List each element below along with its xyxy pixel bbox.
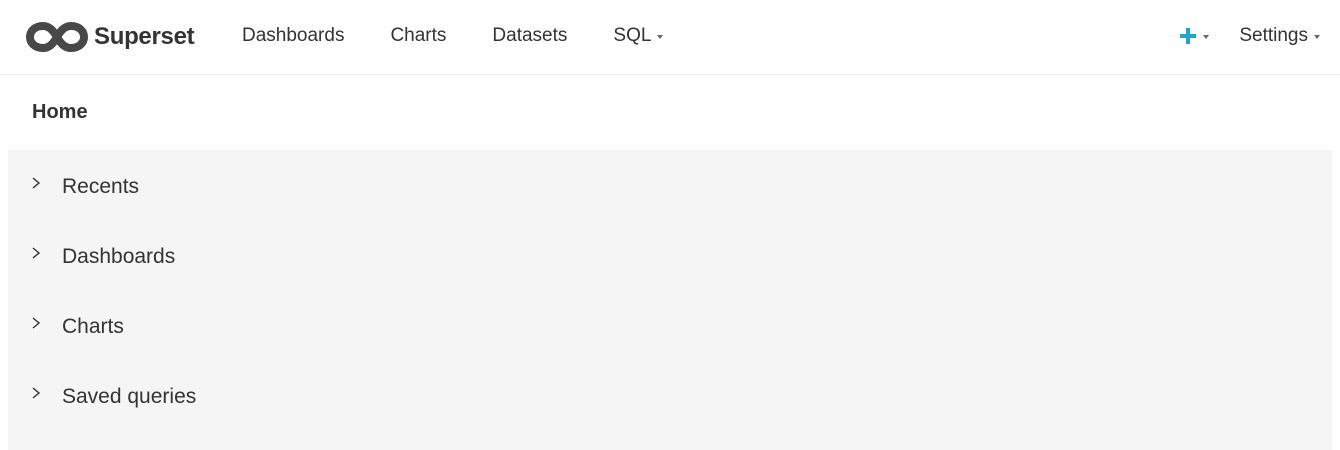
main-menu: Dashboards Charts Datasets SQL bbox=[242, 0, 664, 72]
section-saved-queries[interactable]: Saved queries bbox=[8, 362, 1332, 432]
nav-sql-dropdown[interactable]: SQL bbox=[613, 25, 664, 47]
section-saved-queries-label: Saved queries bbox=[62, 385, 197, 408]
superset-logo-icon bbox=[26, 22, 88, 52]
chevron-right-icon bbox=[32, 387, 41, 399]
section-charts[interactable]: Charts bbox=[8, 292, 1332, 362]
chevron-right-icon bbox=[32, 177, 41, 189]
section-dashboards[interactable]: Dashboards bbox=[8, 222, 1332, 292]
page-title: Home bbox=[32, 101, 88, 123]
nav-charts-label: Charts bbox=[390, 25, 447, 46]
new-item-dropdown[interactable] bbox=[1179, 27, 1210, 45]
nav-charts[interactable]: Charts bbox=[390, 25, 446, 47]
chevron-right-icon bbox=[32, 317, 41, 329]
nav-sql-label: SQL bbox=[613, 25, 652, 46]
settings-label: Settings bbox=[1239, 25, 1308, 46]
caret-down-icon bbox=[657, 35, 664, 39]
nav-datasets-label: Datasets bbox=[492, 25, 568, 46]
section-recents-label: Recents bbox=[62, 175, 140, 198]
page-header: Home bbox=[0, 76, 1340, 150]
top-navbar: Superset Dashboards Charts Datasets SQL … bbox=[0, 0, 1340, 75]
nav-datasets[interactable]: Datasets bbox=[492, 25, 567, 47]
chevron-right-icon bbox=[32, 247, 41, 259]
section-charts-label: Charts bbox=[62, 315, 124, 338]
section-recents[interactable]: Recents bbox=[8, 152, 1332, 222]
home-collapse-panel: Recents Dashboards Charts Saved queries bbox=[8, 150, 1332, 450]
plus-icon bbox=[1180, 28, 1197, 44]
nav-dashboards-label: Dashboards bbox=[242, 25, 345, 46]
caret-down-icon bbox=[1314, 35, 1320, 39]
brand-home-link[interactable]: Superset bbox=[26, 20, 195, 54]
section-dashboards-label: Dashboards bbox=[62, 245, 176, 268]
brand-name: Superset bbox=[94, 23, 195, 50]
caret-down-icon bbox=[1203, 35, 1210, 39]
nav-dashboards[interactable]: Dashboards bbox=[242, 25, 344, 47]
settings-dropdown[interactable]: Settings bbox=[1239, 25, 1320, 47]
right-menu: Settings bbox=[1179, 0, 1320, 72]
